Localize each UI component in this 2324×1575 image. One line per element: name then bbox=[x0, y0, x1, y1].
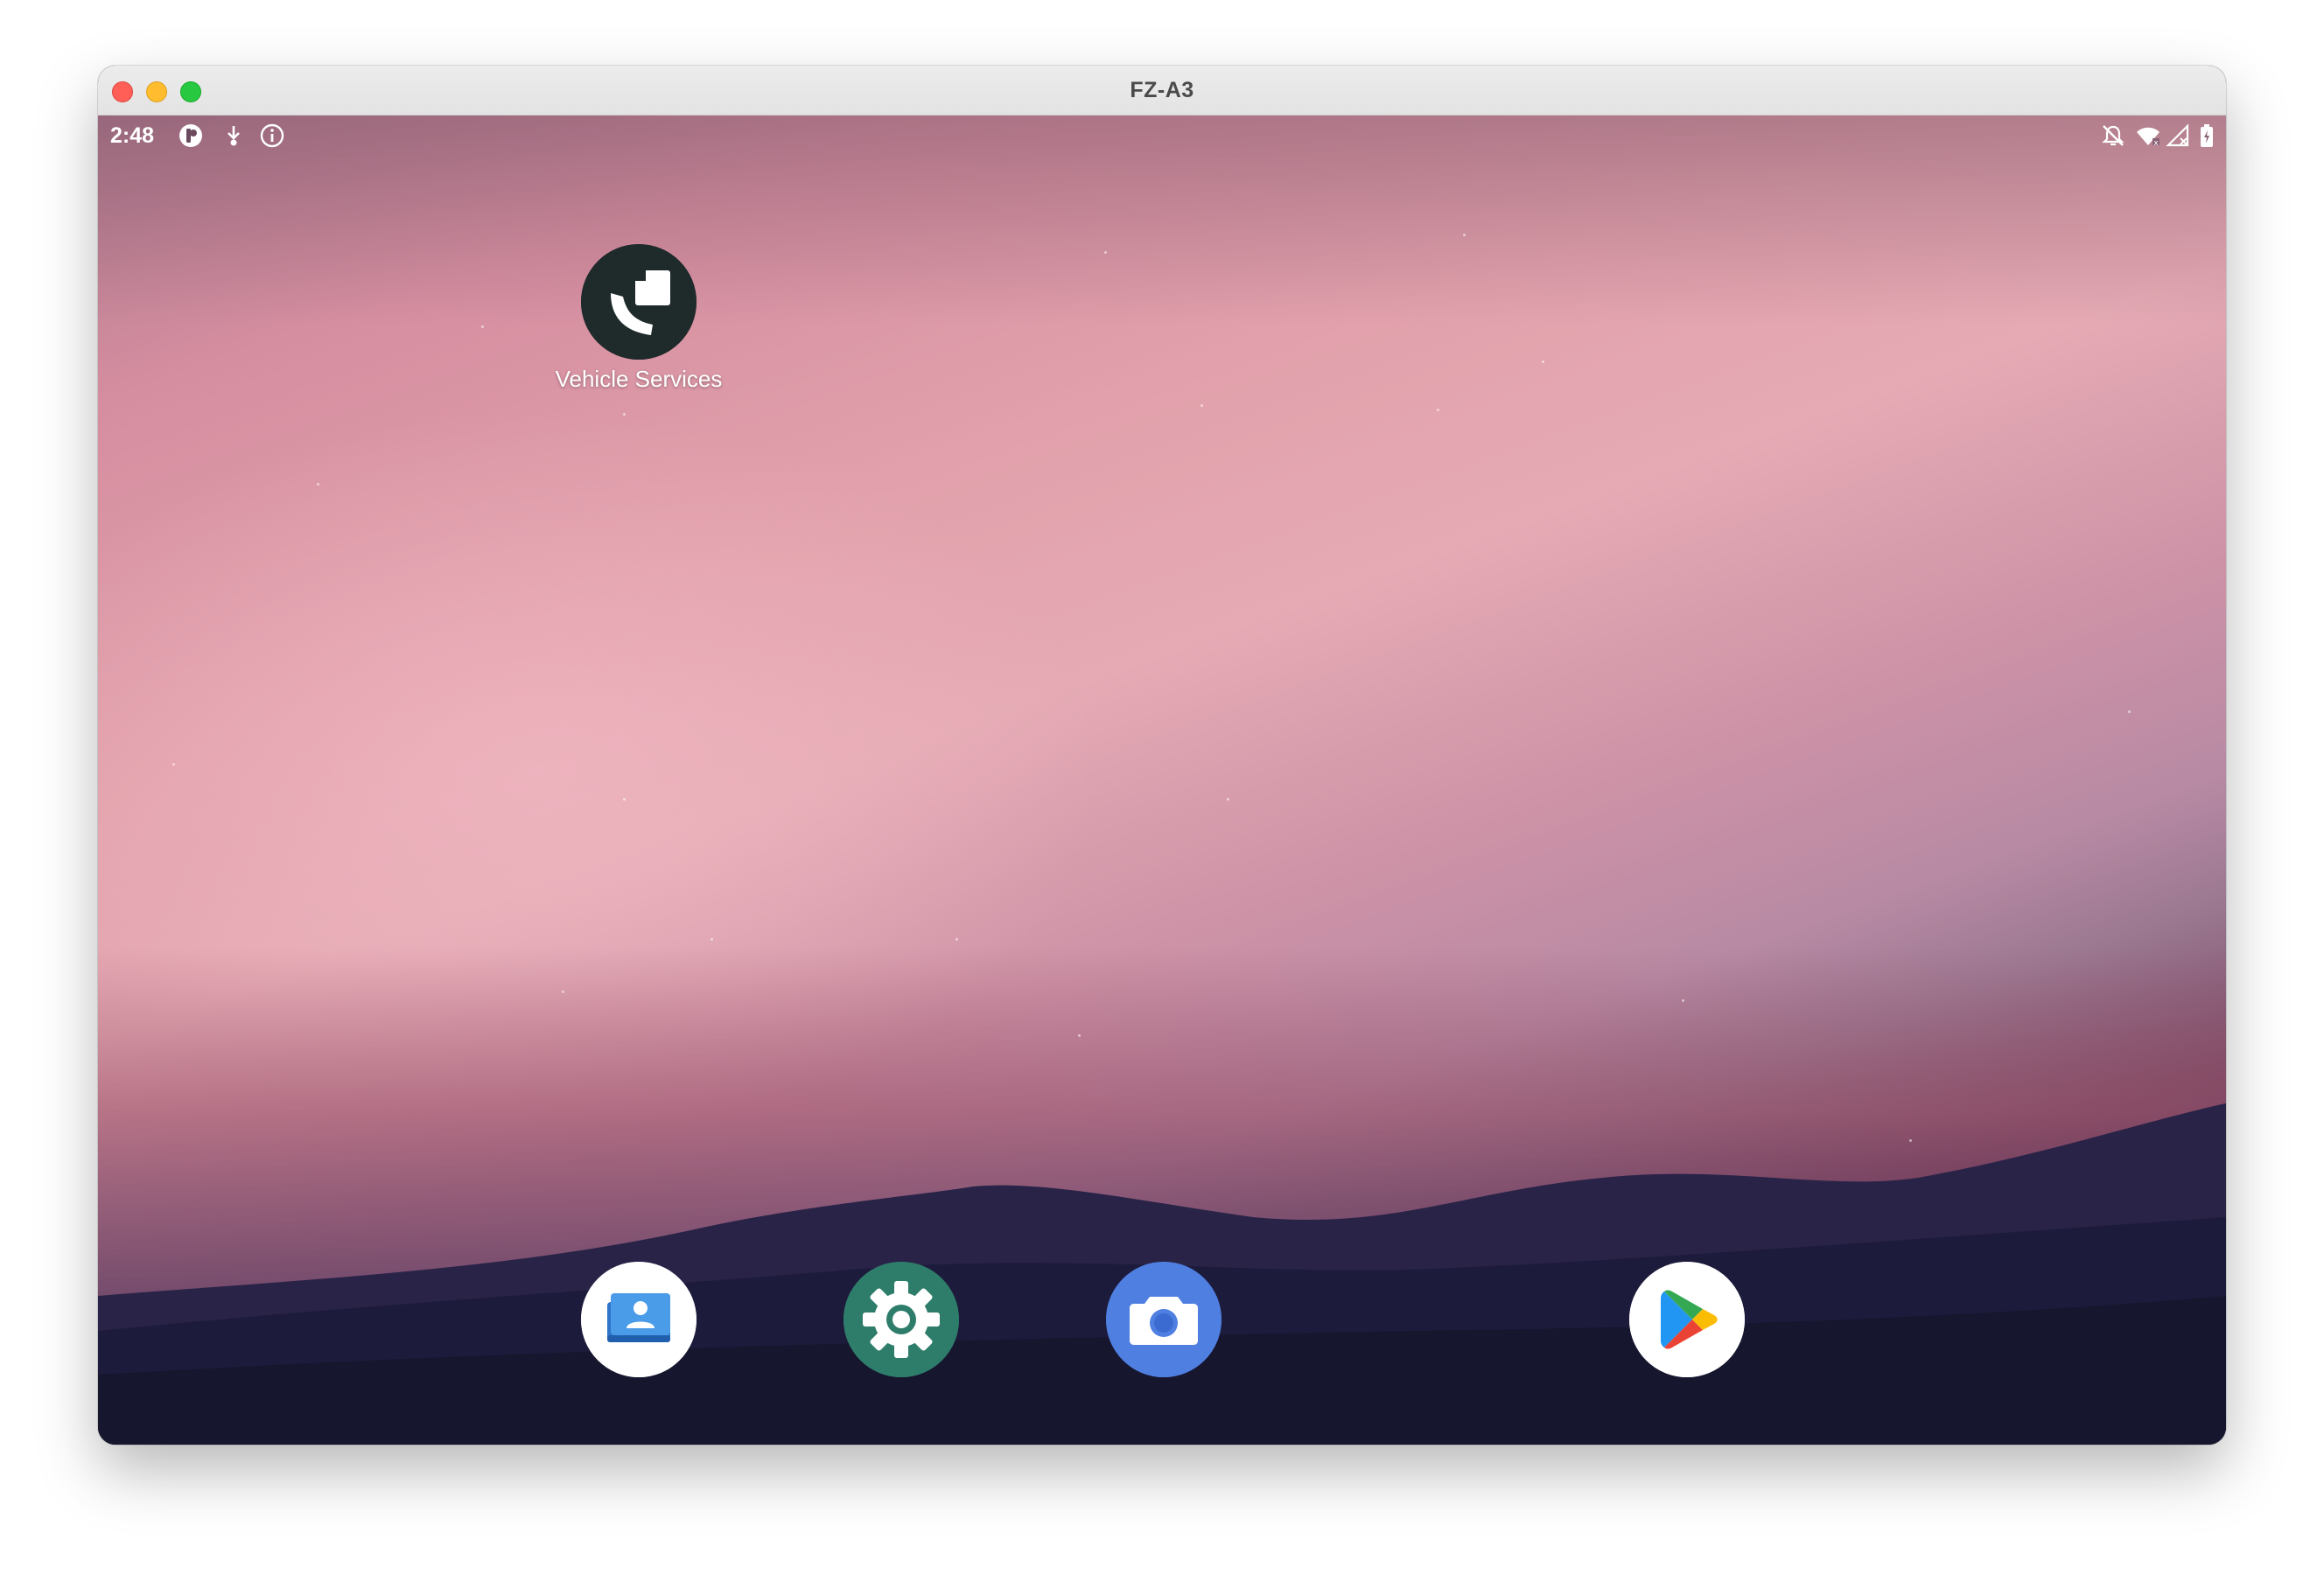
wallpaper-star bbox=[710, 938, 713, 941]
emulator-window: FZ-A3 2:48 x Vehicle Services bbox=[98, 66, 2226, 1445]
wallpaper-star bbox=[1104, 251, 1107, 254]
battery-icon bbox=[2201, 124, 2213, 147]
settings-app[interactable] bbox=[844, 1262, 959, 1377]
play-store-icon bbox=[1629, 1262, 1745, 1377]
wallpaper-star bbox=[1227, 798, 1229, 801]
wallpaper-star bbox=[1463, 234, 1466, 236]
wallpaper-star bbox=[317, 483, 319, 486]
wallpaper-star bbox=[2128, 710, 2131, 713]
window-title-bar[interactable]: FZ-A3 bbox=[98, 66, 2226, 116]
status-bar[interactable]: 2:48 x bbox=[98, 116, 2226, 156]
wallpaper-star bbox=[481, 326, 484, 328]
wallpaper-star bbox=[1542, 360, 1544, 363]
vehicle-services-label[interactable]: Vehicle Services bbox=[516, 366, 761, 393]
camera-icon bbox=[1106, 1262, 1222, 1377]
svg-text:x: x bbox=[2153, 139, 2159, 148]
camera-app[interactable] bbox=[1106, 1262, 1222, 1377]
signal-icon bbox=[2166, 123, 2189, 147]
wallpaper-star bbox=[1200, 404, 1203, 407]
download-icon bbox=[228, 126, 240, 146]
window-title: FZ-A3 bbox=[1130, 78, 1194, 102]
wallpaper-star bbox=[956, 938, 958, 941]
contacts-icon bbox=[581, 1262, 696, 1377]
settings-icon bbox=[844, 1262, 959, 1377]
info-icon bbox=[260, 123, 284, 148]
contacts-app[interactable] bbox=[581, 1262, 696, 1377]
wifi-icon: x bbox=[2137, 127, 2160, 148]
vehicle-services-icon bbox=[581, 244, 696, 360]
profile-badge-icon bbox=[179, 124, 202, 147]
status-clock: 2:48 bbox=[110, 123, 155, 148]
android-home-screen[interactable]: 2:48 x Vehicle Services bbox=[98, 116, 2226, 1445]
wallpaper-star bbox=[1437, 409, 1439, 411]
wallpaper-star bbox=[623, 413, 626, 416]
wallpaper-star bbox=[623, 798, 626, 801]
notifications-off-icon bbox=[2102, 125, 2124, 146]
play-store-app[interactable] bbox=[1629, 1262, 1745, 1377]
wallpaper-star bbox=[172, 763, 175, 766]
vehicle-services-app[interactable] bbox=[581, 244, 696, 360]
